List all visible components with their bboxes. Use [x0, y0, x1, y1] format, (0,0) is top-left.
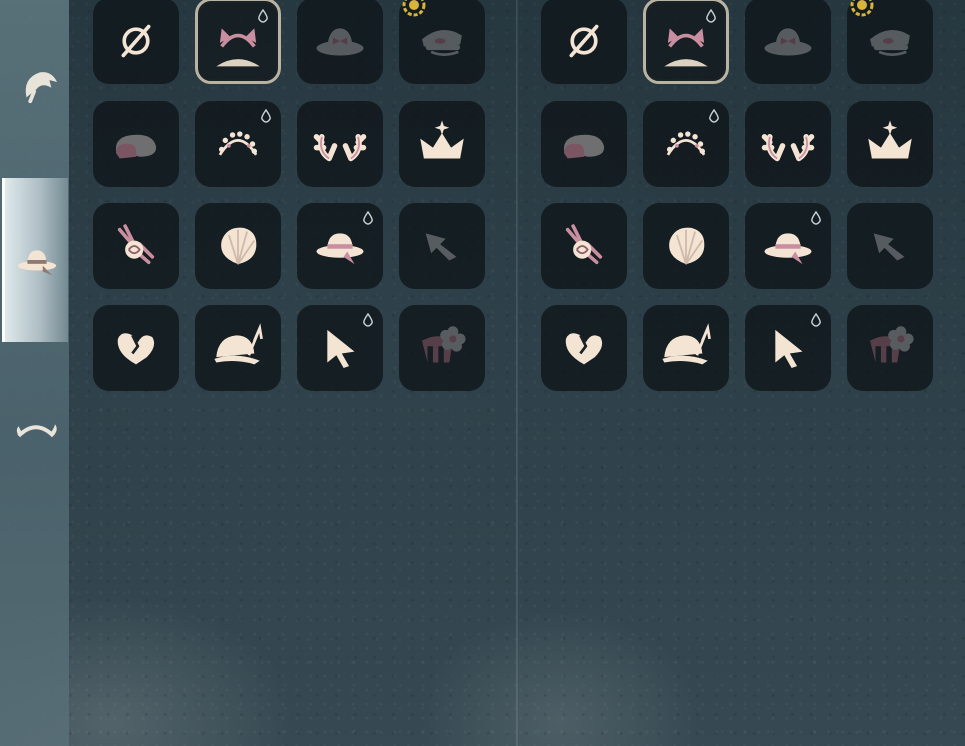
- accessory-slot[interactable]: [745, 305, 831, 391]
- accessory-slot[interactable]: [399, 0, 485, 84]
- accessory-slot[interactable]: [297, 0, 383, 84]
- accessory-slot[interactable]: [643, 0, 729, 84]
- fish-clip-icon: [873, 233, 905, 261]
- accessory-slot[interactable]: [93, 101, 179, 187]
- droplet-icon: [363, 211, 373, 225]
- seashell-icon: [221, 227, 257, 265]
- sunhat-icon: [316, 233, 364, 265]
- accessory-slot[interactable]: [93, 0, 179, 84]
- accessory-slot[interactable]: [541, 305, 627, 391]
- feather-hat-icon: [214, 323, 263, 365]
- accessory-slot[interactable]: [643, 305, 729, 391]
- flower-crown-icon: [218, 131, 258, 156]
- sunhat-icon: [764, 233, 812, 265]
- accessory-slot[interactable]: [297, 203, 383, 289]
- accessory-slot[interactable]: [643, 203, 729, 289]
- flower-crown-icon: [666, 131, 706, 156]
- antlers-icon: [761, 134, 815, 162]
- rock-hat-icon: [115, 134, 157, 159]
- accessory-slot[interactable]: [541, 203, 627, 289]
- accessory-panel-right: [517, 0, 965, 746]
- accessory-slot[interactable]: [541, 101, 627, 187]
- seashell-icon: [669, 227, 705, 265]
- accessory-slot[interactable]: [745, 101, 831, 187]
- accessory-slot[interactable]: [847, 203, 933, 289]
- droplet-icon: [261, 109, 271, 123]
- rock-hat-icon: [563, 134, 605, 159]
- crown-icon: [868, 120, 912, 159]
- heart-clip-icon: [565, 333, 603, 365]
- accessory-slot[interactable]: [297, 305, 383, 391]
- droplet-icon: [706, 9, 716, 23]
- accessory-slot[interactable]: [847, 305, 933, 391]
- accessory-slot[interactable]: [297, 101, 383, 187]
- antlers-icon: [313, 134, 367, 162]
- droplet-icon: [811, 211, 821, 225]
- pointer-icon: [327, 329, 355, 368]
- accessory-slot[interactable]: [399, 203, 485, 289]
- accessory-slot[interactable]: [847, 101, 933, 187]
- pointer-icon: [775, 329, 803, 368]
- flower-comb-icon: [422, 326, 466, 363]
- rose-hairpin-icon: [565, 224, 603, 265]
- droplet-icon: [811, 313, 821, 327]
- rose-hairpin-icon: [117, 224, 155, 265]
- none-icon: [569, 24, 599, 58]
- accessory-slot[interactable]: [93, 203, 179, 289]
- flower-comb-icon: [870, 326, 914, 363]
- horns-icon: [16, 424, 57, 438]
- droplet-icon: [709, 109, 719, 123]
- none-icon: [121, 24, 151, 58]
- accessory-slot[interactable]: [399, 101, 485, 187]
- gold-emblem-icon: [850, 0, 874, 17]
- accessory-panel-left: [69, 0, 517, 746]
- captain-cap-icon: [422, 30, 462, 56]
- droplet-icon: [363, 313, 373, 327]
- sidebar-tab-hair[interactable]: [3, 0, 69, 164]
- accessory-slot[interactable]: [195, 0, 281, 84]
- accessory-slot[interactable]: [195, 305, 281, 391]
- feather-hat-icon: [662, 323, 711, 365]
- sidebar-tab-horns[interactable]: [3, 350, 69, 514]
- bow-sunhat-icon: [764, 28, 812, 56]
- accessory-slot[interactable]: [195, 101, 281, 187]
- accessory-slot[interactable]: [643, 101, 729, 187]
- accessory-slot[interactable]: [399, 305, 485, 391]
- captain-cap-icon: [870, 30, 910, 56]
- accessory-slot[interactable]: [847, 0, 933, 84]
- fish-clip-icon: [425, 233, 457, 261]
- category-sidebar: [0, 0, 69, 746]
- accessory-slot[interactable]: [745, 203, 831, 289]
- hair-icon: [25, 72, 58, 104]
- heart-clip-icon: [117, 333, 155, 365]
- accessory-slot[interactable]: [541, 0, 627, 84]
- hat-icon: [17, 250, 56, 276]
- bow-sunhat-icon: [316, 28, 364, 56]
- droplet-icon: [258, 9, 268, 23]
- crown-icon: [420, 120, 464, 159]
- gold-emblem-icon: [402, 0, 426, 17]
- sidebar-tab-hat[interactable]: [2, 178, 68, 342]
- accessory-slot[interactable]: [745, 0, 831, 84]
- accessory-slot[interactable]: [195, 203, 281, 289]
- accessory-slot[interactable]: [93, 305, 179, 391]
